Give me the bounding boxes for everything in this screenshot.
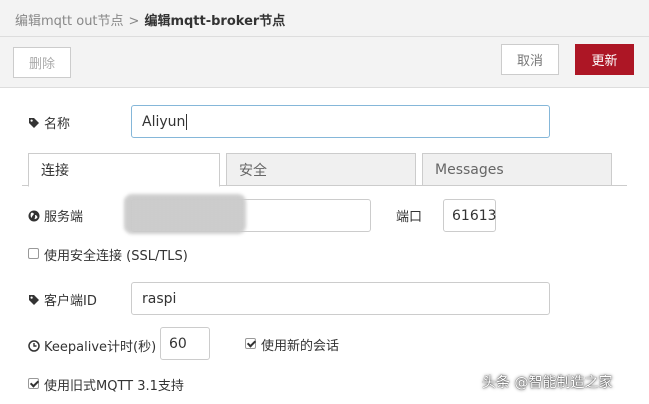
text-caret: [186, 113, 188, 130]
breadcrumb-separator: >: [128, 14, 140, 29]
server-label: 服务端: [28, 206, 83, 225]
port-input[interactable]: 61613: [443, 199, 497, 232]
breadcrumb: 编辑mqtt out节点 > 编辑mqtt-broker节点: [15, 10, 285, 29]
tag-icon: [29, 294, 39, 305]
source-caption: 头条 @智能制造之家: [482, 375, 613, 391]
clock-icon: [28, 339, 40, 352]
editor-header: 编辑mqtt out节点 > 编辑mqtt-broker节点: [0, 0, 649, 37]
tls-checkbox[interactable]: [28, 248, 39, 259]
name-label-text: 名称: [44, 117, 71, 132]
client-id-input[interactable]: raspi: [131, 282, 550, 315]
keepalive-input[interactable]: 60: [160, 327, 210, 360]
keepalive-label: Keepalive计时(秒): [28, 336, 156, 355]
legacy-mqtt-checkbox[interactable]: [28, 378, 39, 389]
name-input-value: Aliyun: [142, 113, 186, 130]
breadcrumb-current: 编辑mqtt-broker节点: [144, 14, 286, 29]
tab-connection[interactable]: 连接: [28, 153, 220, 187]
clean-session-label: 使用新的会话: [261, 339, 340, 354]
globe-icon: [28, 210, 40, 221]
keepalive-input-value: 60: [169, 335, 187, 352]
clean-session-checkbox[interactable]: [245, 338, 256, 349]
port-label: 端口: [396, 210, 423, 225]
watermark-secondary: [240, 268, 250, 283]
client-id-label-text: 客户端ID: [44, 294, 97, 309]
tab-messages[interactable]: Messages: [422, 153, 612, 186]
server-label-text: 服务端: [44, 210, 84, 225]
client-id-input-value: raspi: [142, 290, 177, 307]
tag-icon: [29, 117, 39, 128]
redacted-server-address: [124, 194, 246, 234]
cancel-button[interactable]: 取消: [501, 44, 559, 75]
name-label: 名称: [28, 113, 70, 132]
update-button[interactable]: 更新: [575, 44, 634, 75]
editor-toolbar: 删除 取消 更新: [0, 37, 649, 88]
delete-button[interactable]: 删除: [13, 47, 71, 78]
breadcrumb-previous[interactable]: 编辑mqtt out节点: [15, 14, 124, 29]
name-input[interactable]: Aliyun: [131, 105, 550, 138]
keepalive-label-text: Keepalive计时(秒): [44, 340, 157, 355]
legacy-mqtt-label: 使用旧式MQTT 3.1支持: [44, 379, 184, 394]
tab-security[interactable]: 安全: [226, 153, 416, 186]
client-id-label: 客户端ID: [28, 290, 97, 309]
port-input-value: 61613: [452, 207, 497, 224]
tls-label: 使用安全连接 (SSL/TLS): [44, 249, 188, 264]
